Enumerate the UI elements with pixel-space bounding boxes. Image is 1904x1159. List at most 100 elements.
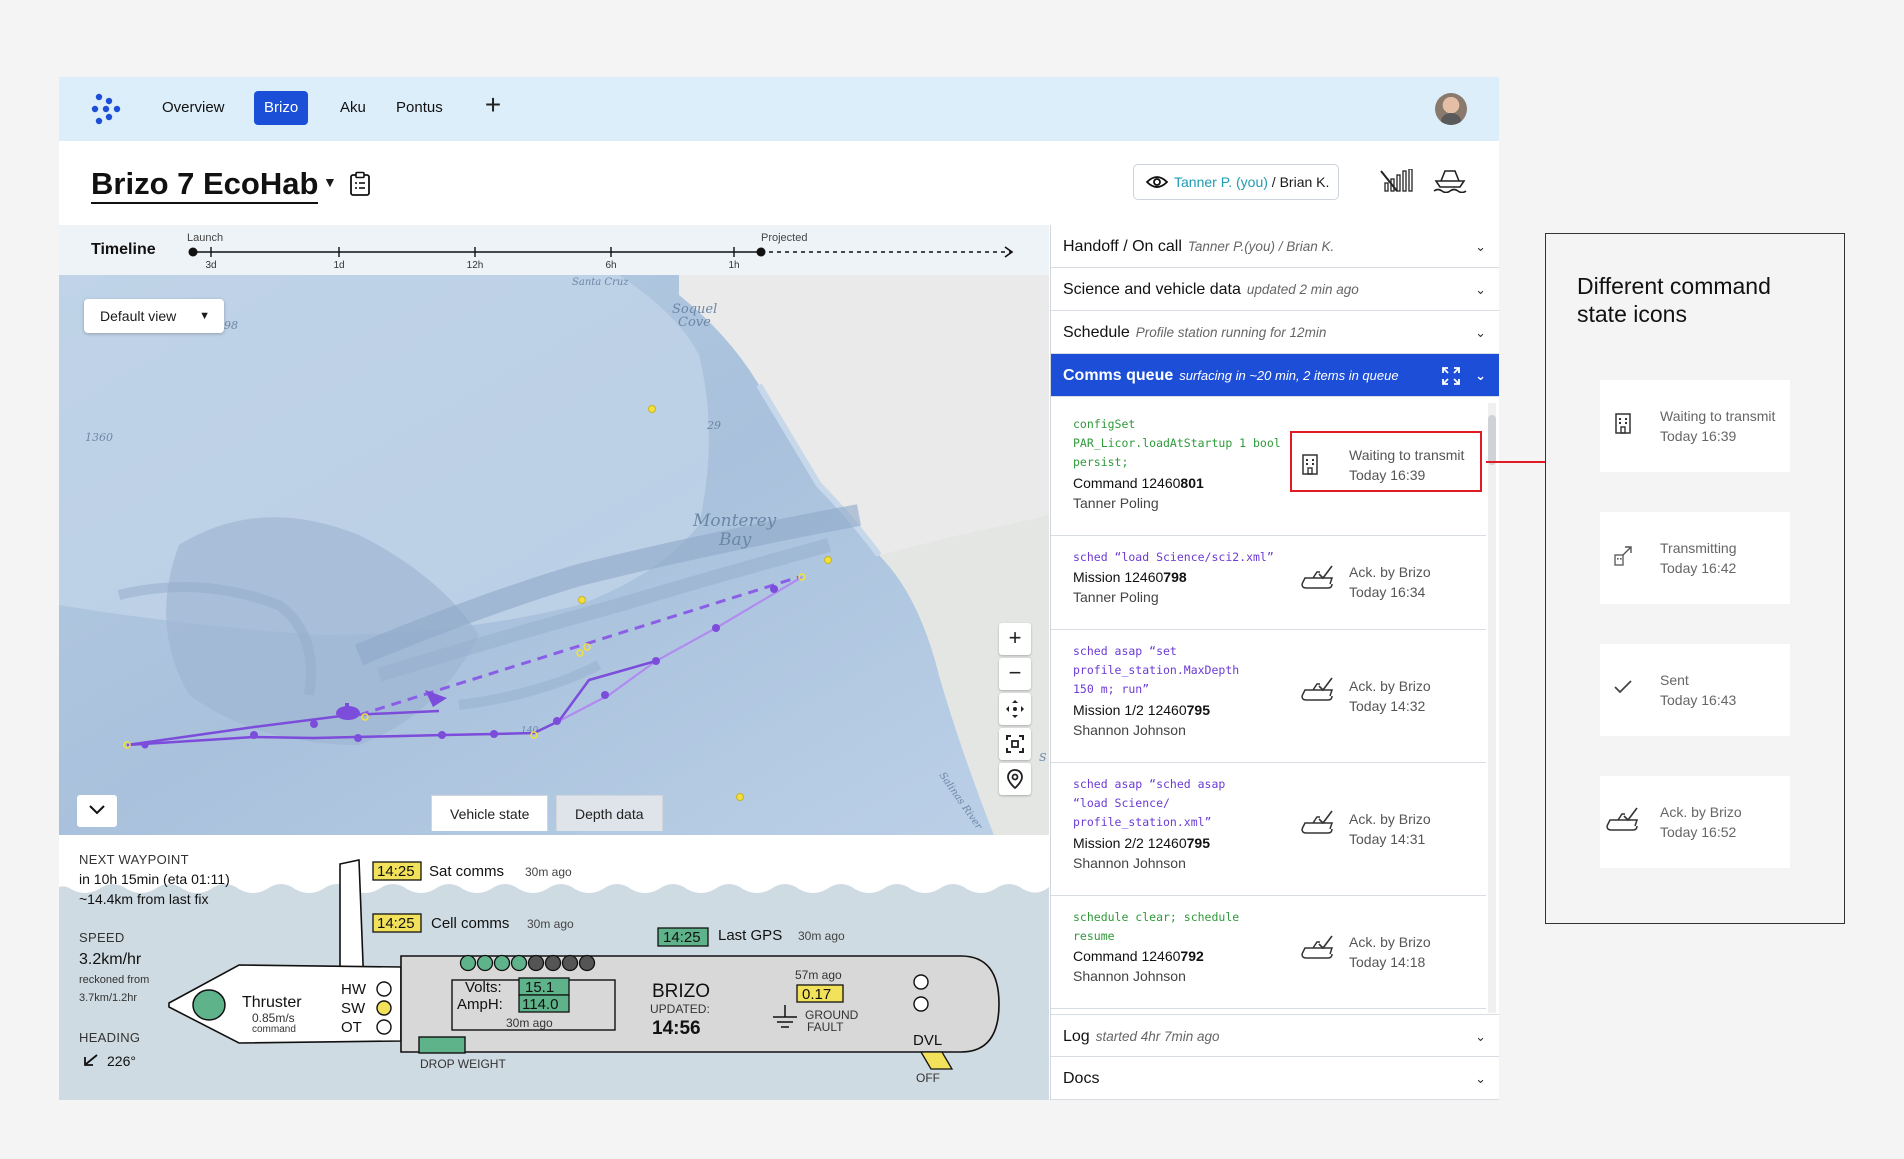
avatar[interactable] (1435, 93, 1467, 125)
expand-icon[interactable] (1442, 367, 1460, 385)
tab-overview[interactable]: Overview (152, 91, 235, 125)
heading-label: HEADING (79, 1030, 141, 1045)
check-icon (1614, 680, 1632, 694)
sat-comms-time: 14:25 (377, 863, 415, 880)
chevron-down-icon: ▼ (199, 310, 210, 322)
logo-icon[interactable] (89, 91, 125, 127)
no-signal-icon[interactable] (1379, 169, 1419, 193)
timeline[interactable]: Timeline Launch Projected 3d 1d 12h 6h 1… (59, 225, 1049, 275)
vehicle-state-panel: 14:25 Sat comms 30m ago 14:25 Cell comms… (59, 835, 1049, 1100)
command-status: Ack. by Brizo Today 14:31 (1349, 811, 1431, 847)
dvl-state: OFF (916, 1071, 940, 1085)
ack-boat-icon (1301, 935, 1334, 959)
chevron-down-icon: ⌄ (1475, 282, 1486, 297)
command-status: Ack. by Brizo Today 14:18 (1349, 934, 1431, 970)
transmitting-icon (1614, 546, 1632, 566)
chevron-down-icon[interactable]: ▼ (323, 174, 337, 190)
map-label: Santa Cruz (572, 277, 629, 288)
fit-view-button[interactable] (999, 728, 1031, 760)
updated-time: 14:56 (652, 1018, 701, 1039)
waypoint-marker[interactable] (578, 596, 586, 604)
accordion-title: Docs (1063, 1070, 1100, 1087)
ground-fault-ago: 57m ago (795, 968, 842, 982)
tab-brizo[interactable]: Brizo (254, 91, 309, 125)
tab-depth-data[interactable]: Depth data (556, 795, 663, 831)
timeline-now-marker[interactable] (756, 247, 766, 257)
legend-item: Ack. by Brizo Today 16:52 (1600, 776, 1790, 868)
accordion-docs[interactable]: Docs ⌄ (1051, 1057, 1499, 1100)
collapse-panel-button[interactable] (77, 795, 117, 827)
dvl-label: DVL (913, 1032, 942, 1049)
default-view-label: Default view (100, 308, 177, 324)
command-code: sched asap “set profile_station.MaxDepth… (1073, 644, 1240, 696)
add-tab-button[interactable]: + (478, 91, 508, 121)
waypoint-marker[interactable] (736, 793, 744, 801)
command-id: Mission 12460798 (1073, 569, 1187, 585)
zoom-out-button[interactable]: − (999, 658, 1031, 690)
thruster-label: Thruster (242, 994, 302, 1011)
command-author: Shannon Johnson (1073, 968, 1186, 984)
legend-status: Transmitting Today 16:42 (1660, 540, 1737, 576)
timeline-tick: 6h (605, 260, 616, 271)
waypoint-marker[interactable] (824, 556, 832, 564)
tab-pontus[interactable]: Pontus (386, 91, 453, 125)
accordion-comms-queue[interactable]: Comms queue surfacing in ~20 min, 2 items… (1051, 354, 1499, 397)
map-label: 29 (706, 419, 721, 432)
queue-item[interactable]: sched asap “set profile_station.MaxDepth… (1051, 630, 1486, 763)
queue-item[interactable]: sched asap “sched asap “load Science/ pr… (1051, 763, 1486, 896)
accordion-title: Schedule (1063, 324, 1130, 341)
map-label: 98 (224, 319, 238, 332)
chevron-down-icon (89, 805, 105, 815)
accordion-subtitle: started 4hr 7min ago (1095, 1029, 1220, 1044)
tab-aku[interactable]: Aku (330, 91, 376, 125)
speed-label: SPEED (79, 930, 125, 945)
command-status: Waiting to transmit Today 16:39 (1349, 447, 1465, 483)
default-view-select[interactable]: Default view ▼ (84, 299, 224, 333)
accordion-subtitle: Tanner P.(you) / Brian K. (1187, 239, 1335, 254)
sw-indicator (376, 1000, 392, 1016)
legend-item: Transmitting Today 16:42 (1600, 512, 1790, 604)
locate-vehicle-button[interactable] (999, 763, 1031, 795)
volts-value: 15.1 (525, 979, 554, 996)
zoom-in-button[interactable]: + (999, 623, 1031, 655)
thruster-prop (192, 989, 226, 1021)
viewers-indicator[interactable]: Tanner P. (you) / Brian K. (1133, 164, 1339, 200)
volts-label: Volts: (465, 979, 502, 996)
speed-value: 3.2km/hr (79, 951, 142, 968)
queue-scrollbar-thumb[interactable] (1488, 415, 1496, 465)
chevron-down-icon: ⌄ (1475, 368, 1486, 383)
queue-scrollbar[interactable] (1488, 403, 1496, 1013)
waypoint-marker[interactable] (648, 405, 656, 413)
vehicle-name: BRIZO (652, 981, 710, 1002)
tab-vehicle-state[interactable]: Vehicle state (431, 795, 549, 831)
accordion-log[interactable]: Log started 4hr 7min ago ⌄ (1051, 1014, 1499, 1057)
surfaced-vehicle-icon[interactable] (1433, 167, 1467, 193)
timeline-track[interactable]: Launch Projected 3d 1d 12h 6h 1h (59, 225, 1049, 275)
queue-item[interactable]: sched “load Science/sci2.xml” Mission 12… (1051, 536, 1486, 630)
bathymetry-map[interactable]: Santa Cruz Soquel Cove Monterey Bay 1360… (59, 275, 1049, 835)
ground-fault-value: 0.17 (802, 986, 831, 1003)
viewer-separator: / (1267, 174, 1280, 190)
page-title[interactable]: Brizo 7 EcoHab (91, 166, 319, 204)
queue-item[interactable]: configSet PAR_Licor.loadAtStartup 1 bool… (1051, 403, 1486, 536)
timeline-launch-marker[interactable] (188, 247, 198, 257)
heading-value: 226° (107, 1053, 136, 1069)
viewer-other: Brian K. (1279, 174, 1330, 190)
heading-arrow-icon (84, 1054, 98, 1066)
accordion-handoff[interactable]: Handoff / On call Tanner P.(you) / Brian … (1051, 225, 1499, 268)
clipboard-icon[interactable] (349, 171, 371, 197)
accordion-science[interactable]: Science and vehicle data updated 2 min ag… (1051, 268, 1499, 311)
recenter-button[interactable] (999, 693, 1031, 725)
timeline-projected-label: Projected (761, 232, 807, 244)
command-author: Tanner Poling (1073, 589, 1159, 605)
accordion-schedule[interactable]: Schedule Profile station running for 12mi… (1051, 311, 1499, 354)
ack-boat-icon (1301, 810, 1334, 834)
cell-comms-time: 14:25 (377, 915, 415, 932)
map-view[interactable]: Santa Cruz Soquel Cove Monterey Bay 1360… (59, 275, 1049, 835)
legend-item: Sent Today 16:43 (1600, 644, 1790, 736)
queue-item[interactable]: schedule clear; schedule resume Command … (1051, 896, 1486, 1009)
command-code: sched “load Science/sci2.xml” (1073, 550, 1274, 564)
command-author: Shannon Johnson (1073, 722, 1186, 738)
comms-queue-list[interactable]: configSet PAR_Licor.loadAtStartup 1 bool… (1051, 403, 1486, 1013)
cell-comms-ago: 30m ago (527, 917, 574, 931)
